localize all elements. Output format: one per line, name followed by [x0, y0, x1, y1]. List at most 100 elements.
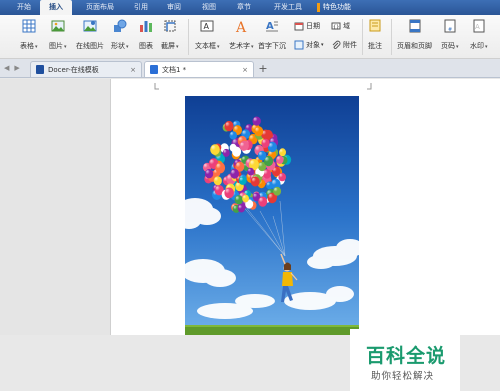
svg-text:A: A — [235, 20, 247, 33]
textbox-icon: A — [200, 20, 214, 32]
balloon-highlight — [249, 135, 254, 140]
textbox-label: 文本框 — [195, 42, 216, 50]
balloon — [261, 138, 270, 148]
menu-home[interactable]: 开始 — [0, 0, 40, 15]
wordart-icon: A — [235, 20, 247, 33]
balloon-highlight — [259, 197, 264, 203]
svg-text:A: A — [475, 23, 480, 31]
balloon — [229, 131, 237, 140]
document-workspace: 百科全说 助你轻松解决 — [0, 79, 500, 391]
balloon-highlight — [266, 182, 271, 186]
balloon-highlight — [209, 159, 215, 165]
screenshot-label: 截屏 — [161, 42, 175, 50]
chevron-down-icon: ▾ — [35, 44, 38, 50]
balloon-highlight — [242, 156, 246, 161]
online-picture-icon — [83, 20, 97, 32]
chevron-down-icon: ▾ — [456, 44, 459, 50]
tab-docer-templates[interactable]: Docer-在线模板 × — [30, 61, 142, 77]
close-icon[interactable]: × — [242, 66, 248, 74]
document-page[interactable] — [110, 79, 500, 335]
balloon-highlight — [238, 137, 243, 142]
balloon — [247, 167, 255, 176]
shapes-icon — [113, 19, 127, 32]
menu-special-features[interactable]: 特色功能 — [311, 0, 360, 15]
chart-icon — [140, 21, 152, 32]
menu-section[interactable]: 章节 — [225, 0, 260, 15]
ribbon-toolbar: 表格▾ 图片▾ 在线图片 形状▾ 图表 截屏▾ A 文本框▾ A 艺术字▾ A … — [0, 15, 500, 59]
date-button[interactable]: 日期 — [294, 21, 320, 31]
date-label: 日期 — [306, 22, 320, 30]
header-footer-icon — [409, 19, 420, 33]
online-picture-label: 在线图片 — [76, 42, 104, 50]
menu-developer[interactable]: 开发工具 — [260, 0, 311, 15]
chevron-down-icon: ▾ — [321, 42, 324, 48]
baike-watermark: 百科全说 助你轻松解决 — [350, 329, 460, 391]
menu-view[interactable]: 视图 — [190, 0, 225, 15]
picture-button[interactable]: 图片▾ — [49, 15, 67, 51]
svg-text:#: # — [448, 27, 452, 33]
balloon-highlight — [262, 139, 267, 144]
wordart-button[interactable]: A 艺术字▾ — [229, 15, 254, 51]
menu-references[interactable]: 引用 — [123, 0, 157, 15]
balloon-highlight — [242, 130, 247, 135]
watermark-button[interactable]: A 水印▾ — [470, 15, 488, 51]
ribbon-separator — [362, 19, 363, 55]
balloon-highlight — [216, 163, 221, 169]
comment-button[interactable]: 批注 — [368, 15, 382, 51]
balloon-highlight — [223, 149, 227, 154]
dropcap-label: 首字下沉 — [258, 42, 286, 50]
chevron-down-icon: ▾ — [485, 44, 488, 50]
table-button[interactable]: 表格▾ — [20, 15, 38, 51]
object-button[interactable]: 对象 ▾ — [294, 40, 324, 50]
tab-document1[interactable]: 文档1 * × — [144, 61, 254, 77]
docer-icon — [36, 65, 44, 74]
balloon-highlight — [221, 144, 226, 149]
menu-insert[interactable]: 插入 — [40, 0, 72, 15]
chart-label: 图表 — [139, 42, 153, 50]
header-footer-label: 页眉和页脚 — [397, 42, 432, 50]
watermark-icon: A — [473, 19, 485, 33]
balloon-highlight — [206, 170, 210, 175]
chart-button[interactable]: 图表 — [139, 15, 153, 51]
balloon-highlight — [251, 177, 256, 183]
screenshot-button[interactable]: 截屏▾ — [161, 15, 179, 51]
balloon-highlight — [248, 168, 252, 173]
new-tab-button[interactable]: + — [256, 61, 270, 77]
balloon-highlight — [236, 162, 241, 168]
dropcap-button[interactable]: A 首字下沉 — [258, 15, 286, 51]
shapes-label: 形状 — [111, 42, 125, 50]
chevron-down-icon: ▾ — [251, 44, 254, 50]
balloon-highlight — [268, 193, 273, 199]
balloon-highlight — [258, 151, 263, 157]
attachment-button[interactable]: 附件 — [331, 40, 357, 50]
close-icon[interactable]: × — [130, 66, 136, 74]
menu-page-layout[interactable]: 页面布局 — [72, 0, 123, 15]
textbox-button[interactable]: A 文本框▾ — [195, 15, 220, 51]
svg-text:A: A — [266, 21, 274, 32]
tab-nav: ◀ ▶ — [0, 58, 30, 77]
table-icon — [22, 19, 36, 33]
online-picture-button[interactable]: 在线图片 — [76, 15, 104, 51]
menu-review[interactable]: 审阅 — [157, 0, 190, 15]
page-number-button[interactable]: # 页码▾ — [441, 15, 459, 51]
balloon-highlight — [231, 170, 236, 175]
field-button[interactable]: {} 域 — [331, 21, 350, 31]
inserted-balloon-photo[interactable] — [185, 96, 359, 335]
balloon-highlight — [279, 173, 283, 178]
balloon-highlight — [258, 162, 263, 167]
balloon-highlight — [253, 193, 258, 198]
picture-icon — [51, 20, 65, 32]
balloon-highlight — [238, 205, 242, 209]
shapes-button[interactable]: 形状▾ — [111, 15, 129, 51]
document-icon — [150, 65, 158, 74]
nav-forward-icon[interactable]: ▶ — [14, 64, 19, 72]
balloon-highlight — [233, 147, 238, 153]
attachment-icon — [332, 40, 341, 50]
balloon-highlight — [215, 186, 220, 191]
chevron-down-icon: ▾ — [217, 44, 220, 50]
page-number-label: 页码 — [441, 42, 455, 50]
nav-back-icon[interactable]: ◀ — [4, 64, 9, 72]
header-footer-button[interactable]: 页眉和页脚 — [397, 15, 432, 51]
balloon-highlight — [240, 142, 245, 147]
balloon-highlight — [277, 156, 281, 161]
